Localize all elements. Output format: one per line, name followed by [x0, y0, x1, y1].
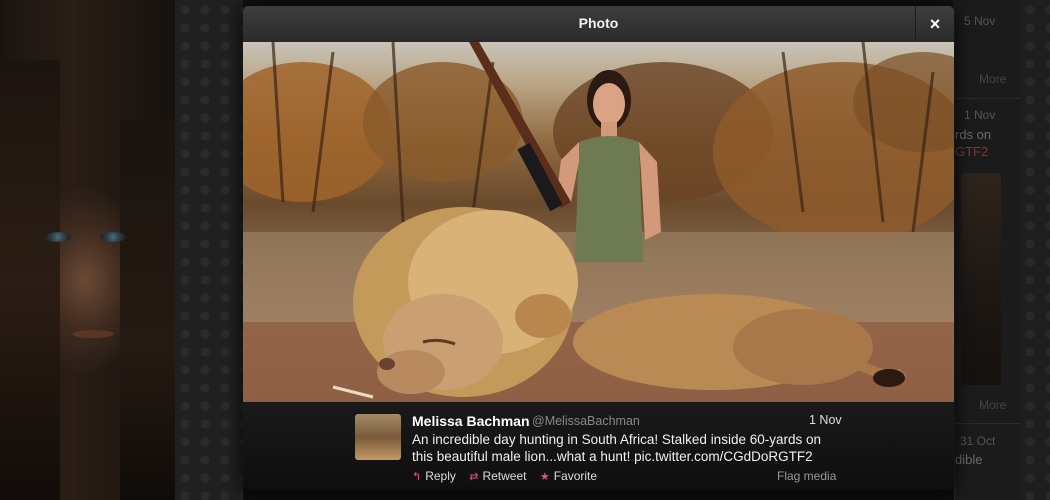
tweet-text: An incredible day hunting in South Afric… — [412, 431, 842, 465]
tweet-details: Melissa Bachman @MelissaBachman 1 Nov An… — [243, 402, 954, 490]
feed-snippet: rds on — [955, 127, 992, 142]
flag-media-link[interactable]: Flag media — [777, 469, 836, 483]
feed-date: 5 Nov — [964, 14, 996, 28]
feed-snippet: dible — [955, 452, 983, 467]
background-pattern-right — [1020, 0, 1050, 500]
feed-date: 31 Oct — [960, 434, 996, 448]
author-name[interactable]: Melissa Bachman — [412, 413, 530, 429]
background-pattern-left — [175, 0, 243, 500]
tweet-text-line: this beautiful male lion...what a hunt! … — [412, 449, 813, 464]
retweet-button[interactable]: ⇄ Retweet — [469, 469, 526, 483]
favorite-label: Favorite — [553, 469, 598, 483]
background-hair-right — [120, 120, 175, 500]
tweet-text-line: An incredible day hunting in South Afric… — [412, 432, 822, 447]
feed-date: 1 Nov — [964, 108, 996, 122]
avatar[interactable] — [355, 414, 401, 460]
star-icon: ★ — [539, 471, 550, 483]
tweet-photo[interactable] — [243, 42, 954, 402]
modal-header: Photo × — [243, 6, 954, 43]
modal-title: Photo — [578, 15, 619, 31]
favorite-button[interactable]: ★ Favorite — [540, 469, 597, 483]
photo-modal: Photo × Melissa Bachman @MelissaBachman … — [243, 6, 954, 490]
reply-label: Reply — [425, 469, 456, 483]
reply-button[interactable]: ↰ Reply — [412, 469, 456, 483]
retweet-label: Retweet — [482, 469, 527, 483]
tweet-actions: ↰ Reply ⇄ Retweet ★ Favorite — [412, 469, 607, 483]
feed-snippet-link[interactable]: GTF2 — [955, 144, 988, 159]
background-timeline: 5 Nov More 1 Nov rds on GTF2 More 31 Oct… — [954, 0, 1021, 500]
retweet-icon: ⇄ — [469, 471, 479, 483]
feed-more-link[interactable]: More — [979, 398, 1006, 412]
feed-more-link[interactable]: More — [979, 72, 1006, 86]
close-icon[interactable]: × — [915, 6, 954, 42]
author-handle[interactable]: @MelissaBachman — [532, 414, 640, 428]
background-profile-photo — [0, 0, 175, 500]
tweet-date[interactable]: 1 Nov — [809, 413, 842, 427]
background-hair-left — [0, 60, 60, 500]
photo-illustration — [243, 42, 954, 402]
background-mouth — [72, 330, 114, 338]
background-eye-left — [45, 232, 71, 242]
reply-arrow-icon: ↰ — [412, 471, 422, 483]
feed-thumbnail[interactable] — [961, 173, 1001, 385]
background-eye-right — [100, 232, 126, 242]
